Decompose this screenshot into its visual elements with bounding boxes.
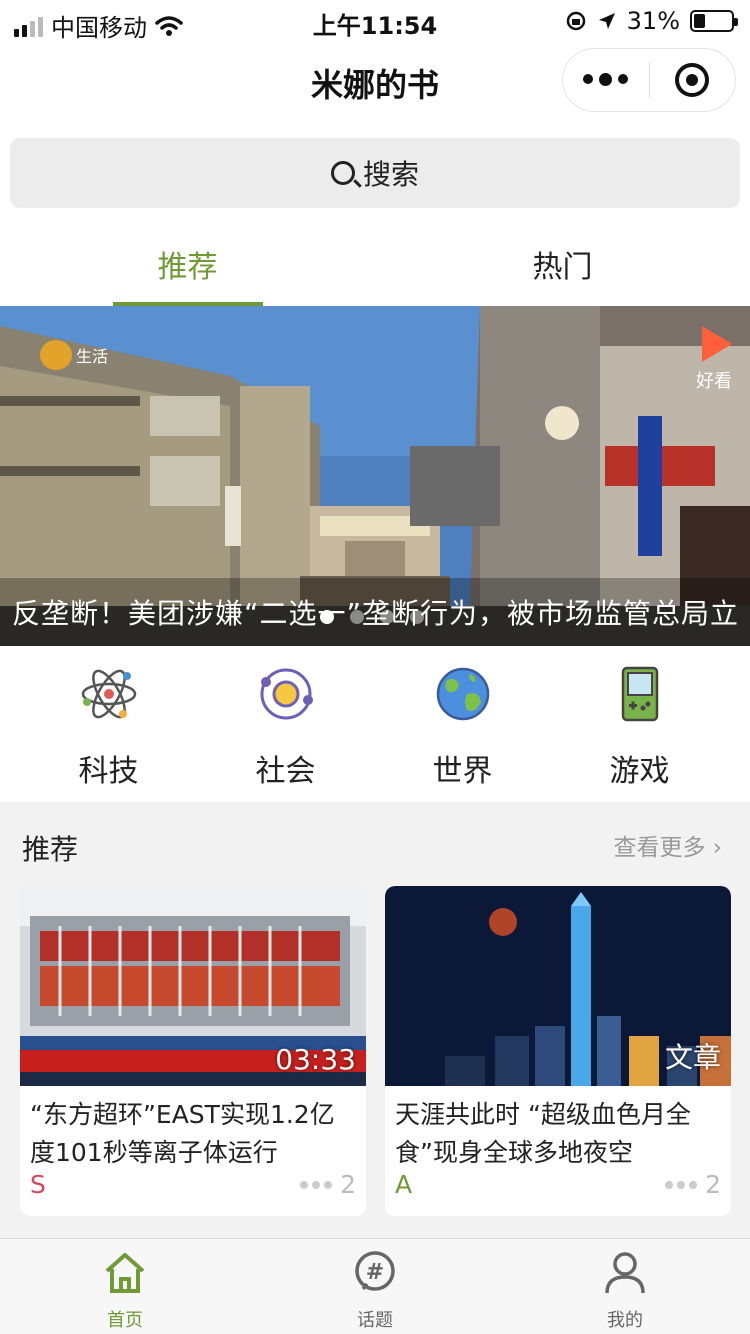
card-thumbnail: 03:33 (20, 886, 366, 1086)
mini-program-capsule (562, 48, 736, 112)
carousel-dot[interactable] (380, 610, 394, 624)
category-label: 游戏 (609, 754, 670, 789)
tab-bar-top: 推荐 热门 (0, 218, 750, 306)
tab-topics-label: 话题 (357, 1310, 393, 1331)
see-more-link[interactable]: 查看更多 › (613, 828, 722, 862)
carousel-dot[interactable] (350, 610, 364, 624)
section-title: 推荐 (22, 833, 79, 866)
battery-percent: 31% (626, 7, 680, 35)
carousel-indicators (320, 610, 424, 624)
navigation-bar: 米娜的书 (0, 40, 750, 128)
card-count: 2 (705, 1170, 721, 1199)
card-title: “东方超环”EAST实现1.2亿度101秒等离子体运行 (30, 1100, 335, 1167)
watermark-right-label: 好看 (696, 371, 732, 392)
video-duration: 03:33 (275, 1043, 356, 1076)
section-header: 推荐 查看更多 › (0, 812, 750, 882)
category-label: 世界 (432, 754, 493, 789)
search-area: 搜索 (0, 128, 750, 218)
category-world[interactable]: 世界 (374, 646, 551, 802)
article-card[interactable]: 03:33 “东方超环”EAST实现1.2亿度101秒等离子体运行 S 2 (20, 886, 366, 1216)
watermark-left-label: 生活 (76, 347, 109, 366)
carousel-dot[interactable] (410, 610, 424, 624)
rotation-lock-icon (566, 11, 585, 31)
card-author: A (395, 1170, 413, 1199)
atom-icon (81, 669, 136, 719)
tab-hot[interactable]: 热门 (375, 218, 750, 306)
gameboy-icon (621, 666, 658, 722)
search-icon (330, 161, 355, 185)
hashtag-icon: # (355, 1251, 395, 1291)
content-type-badge: 文章 (664, 1041, 721, 1074)
location-icon (598, 13, 615, 29)
tab-topics[interactable]: # 话题 (250, 1239, 500, 1334)
globe-icon (436, 667, 489, 721)
card-stat: 2 (665, 1170, 721, 1199)
orbit-icon (260, 668, 313, 720)
tab-me-label: 我的 (607, 1310, 643, 1331)
card-title: 天涯共此时 “超级血色月全食”现身全球多地夜空 (395, 1100, 691, 1167)
user-icon (605, 1252, 645, 1294)
watermark-left: 生活 (40, 340, 108, 370)
banner-carousel[interactable]: 生活 好看 反垄断！美团涉嫌“二选一”垄断行为，被市场监管总局立 (0, 306, 750, 646)
category-label: 社会 (255, 754, 316, 789)
article-card[interactable]: 文章 天涯共此时 “超级血色月全食”现身全球多地夜空 A 2 (385, 886, 731, 1216)
card-thumbnail: 文章 (385, 886, 731, 1086)
tab-me[interactable]: 我的 (500, 1239, 750, 1334)
category-grid: 科技 社会 世界 游戏 (0, 646, 750, 802)
battery-icon (690, 10, 738, 32)
status-right: 31% (565, 7, 738, 35)
tab-recommend[interactable]: 推荐 (0, 218, 375, 306)
views-icon (665, 1180, 698, 1189)
search-label: 搜索 (362, 158, 419, 191)
svg-text:#: # (366, 1260, 384, 1285)
watermark-right: 好看 (696, 326, 732, 393)
more-icon[interactable] (563, 73, 649, 86)
card-author: S (30, 1170, 46, 1199)
page: 中国移动 上午11:54 31% 米娜的书 搜索 推荐 热门 生活 好看 反垄断… (0, 0, 750, 1334)
tab-home[interactable]: 首页 (0, 1239, 250, 1334)
category-society[interactable]: 社会 (197, 646, 374, 802)
channel-logo-icon (40, 340, 72, 370)
tab-home-label: 首页 (107, 1310, 143, 1331)
close-icon[interactable] (650, 63, 736, 97)
card-stat: 2 (300, 1170, 356, 1199)
carousel-dot[interactable] (320, 610, 334, 624)
card-count: 2 (340, 1170, 356, 1199)
category-label: 科技 (78, 754, 139, 789)
category-tech[interactable]: 科技 (20, 646, 197, 802)
play-logo-icon (702, 326, 732, 362)
chevron-right-icon: › (712, 835, 722, 861)
search-bar[interactable]: 搜索 (10, 138, 740, 208)
status-bar: 中国移动 上午11:54 31% (0, 0, 750, 42)
views-icon (300, 1180, 333, 1189)
bottom-tab-bar: 首页 # 话题 我的 (0, 1238, 750, 1334)
see-more-label: 查看更多 (613, 835, 706, 861)
category-games[interactable]: 游戏 (551, 646, 728, 802)
home-icon (105, 1253, 145, 1293)
